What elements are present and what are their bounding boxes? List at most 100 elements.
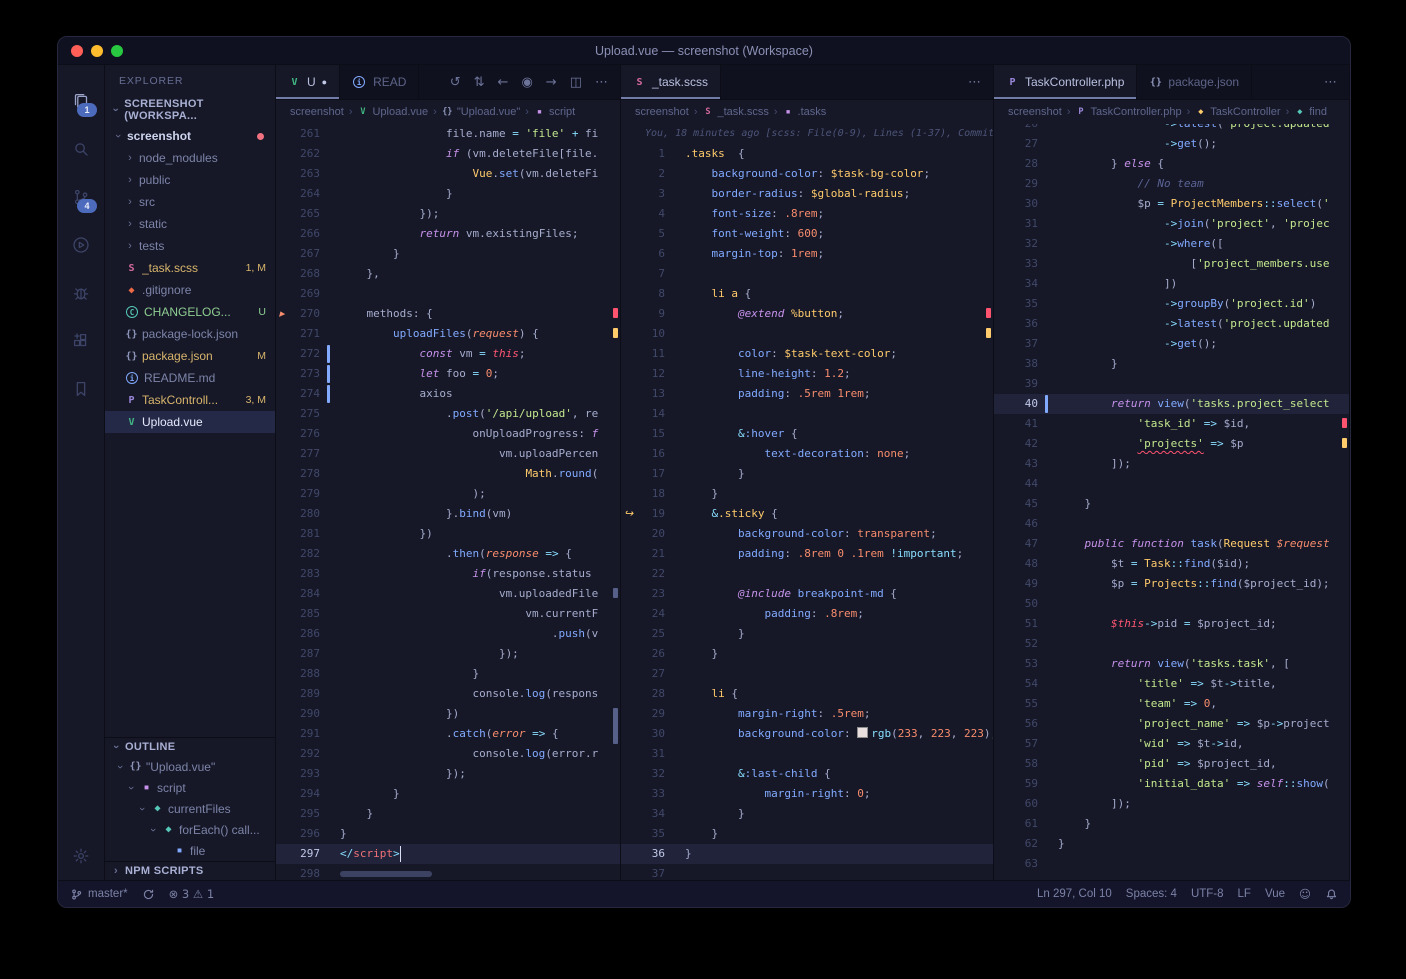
code-line[interactable]: 297</script> [276, 844, 620, 864]
tree-item-public[interactable]: ›public [105, 169, 275, 191]
line-number[interactable]: 271 [276, 324, 320, 344]
line-number[interactable]: 32 [994, 234, 1038, 254]
code-line[interactable]: 51 $this->pid = $project_id; [994, 614, 1349, 634]
code-line[interactable]: 270▸ methods: { [276, 304, 620, 324]
code-line[interactable]: 292 console.log(error.r [276, 744, 620, 764]
source-control-icon[interactable]: 4 [58, 173, 104, 221]
line-number[interactable]: 7 [621, 264, 665, 284]
code-line[interactable]: 24 padding: .8rem; [621, 604, 993, 624]
line-number[interactable]: 31 [994, 214, 1038, 234]
code-line[interactable]: 2 background-color: $task-bg-color; [621, 164, 993, 184]
code-line[interactable]: 26 ->latest('project.updated [994, 124, 1349, 134]
tree-item-upload-vue[interactable]: VUpload.vue [105, 411, 275, 433]
minimize-button[interactable] [91, 45, 103, 57]
zoom-button[interactable] [111, 45, 123, 57]
tab-package-json[interactable]: {}package.json [1137, 65, 1252, 99]
breadcrumb-item[interactable]: screenshot [290, 106, 344, 118]
code-line[interactable]: 291 .catch(error => { [276, 724, 620, 744]
line-number[interactable]: 38 [994, 354, 1038, 374]
code-line[interactable]: 276 onUploadProgress: f [276, 424, 620, 444]
line-number[interactable]: 44 [994, 474, 1038, 494]
line-number[interactable]: 42 [994, 434, 1038, 454]
line-number[interactable]: 284 [276, 584, 320, 604]
tree-item-readme-md[interactable]: iREADME.md [105, 367, 275, 389]
code-line[interactable]: 275 .post('/api/upload', re [276, 404, 620, 424]
tree-item-src[interactable]: ›src [105, 191, 275, 213]
line-number[interactable]: 16 [621, 444, 665, 464]
bug-icon[interactable] [58, 269, 104, 317]
horizontal-scrollbar[interactable] [340, 871, 432, 877]
breadcrumb-item[interactable]: ▪script [534, 106, 575, 118]
workspace-section-header[interactable]: › SCREENSHOT (WORKSPA... [105, 95, 275, 125]
line-number[interactable]: 33 [621, 784, 665, 804]
more-actions-icon[interactable]: ⋯ [595, 75, 608, 90]
code-line[interactable]: 22 [621, 564, 993, 584]
code-line[interactable]: 47 public function task(Request $request [994, 534, 1349, 554]
code-line[interactable]: 287 }); [276, 644, 620, 664]
outline-header[interactable]: › OUTLINE [105, 738, 275, 756]
code-line[interactable]: 266 return vm.existingFiles; [276, 224, 620, 244]
code-line[interactable]: 272 const vm = this; [276, 344, 620, 364]
code-line[interactable]: 57 'wid' => $t->id, [994, 734, 1349, 754]
line-number[interactable]: 264 [276, 184, 320, 204]
breadcrumb-item[interactable]: {}"Upload.vue" [442, 106, 520, 118]
line-number[interactable]: 266 [276, 224, 320, 244]
line-number[interactable]: 293 [276, 764, 320, 784]
line-number[interactable]: 294 [276, 784, 320, 804]
line-number[interactable]: 9 [621, 304, 665, 324]
code-line[interactable]: 25 } [621, 624, 993, 644]
breadcrumb-item[interactable]: ◆find [1294, 106, 1327, 118]
language-mode-status[interactable]: Vue [1265, 888, 1285, 900]
line-number[interactable]: 35 [994, 294, 1038, 314]
line-number[interactable]: 1 [621, 144, 665, 164]
line-number[interactable]: 30 [621, 724, 665, 744]
line-number[interactable]: 33 [994, 254, 1038, 274]
code-line[interactable]: 273 let foo = 0; [276, 364, 620, 384]
code-line[interactable]: 274 axios [276, 384, 620, 404]
line-number[interactable]: 24 [621, 604, 665, 624]
line-number[interactable]: 56 [994, 714, 1038, 734]
code-line[interactable]: 264 } [276, 184, 620, 204]
line-number[interactable]: 20 [621, 524, 665, 544]
more-actions-icon[interactable]: ⋯ [1324, 75, 1337, 90]
line-number[interactable]: 26 [621, 644, 665, 664]
line-number[interactable]: 50 [994, 594, 1038, 614]
line-number[interactable]: 263 [276, 164, 320, 184]
tree-item-package-lock-json[interactable]: {}package-lock.json [105, 323, 275, 345]
line-number[interactable]: 262 [276, 144, 320, 164]
code-line[interactable]: 35 ->groupBy('project.id') [994, 294, 1349, 314]
code-line[interactable]: 5 font-weight: 600; [621, 224, 993, 244]
code-line[interactable]: 269 [276, 284, 620, 304]
tab-read[interactable]: iREAD [340, 65, 419, 99]
cursor-position-status[interactable]: Ln 297, Col 10 [1037, 888, 1112, 900]
line-number[interactable]: 36 [621, 844, 665, 864]
line-number[interactable]: 291 [276, 724, 320, 744]
tree-item-task-scss[interactable]: S_task.scss1, M [105, 257, 275, 279]
line-number[interactable]: 285 [276, 604, 320, 624]
open-changes-icon[interactable]: ↺ [450, 75, 461, 90]
code-line[interactable]: 29 margin-right: .5rem; [621, 704, 993, 724]
line-number[interactable]: 278 [276, 464, 320, 484]
line-number[interactable]: 12 [621, 364, 665, 384]
code-line[interactable]: 36 ->latest('project.updated [994, 314, 1349, 334]
code-line[interactable]: 63 [994, 854, 1349, 874]
line-number[interactable]: 281 [276, 524, 320, 544]
line-number[interactable]: 13 [621, 384, 665, 404]
line-number[interactable]: 48 [994, 554, 1038, 574]
line-number[interactable]: 27 [621, 664, 665, 684]
line-number[interactable]: 2 [621, 164, 665, 184]
line-number[interactable]: 53 [994, 654, 1038, 674]
line-number[interactable]: 11 [621, 344, 665, 364]
code-line[interactable]: 28 li { [621, 684, 993, 704]
breadcrumb-item[interactable]: PTaskController.php [1075, 106, 1181, 118]
tree-item-screenshot[interactable]: ›screenshot [105, 125, 275, 147]
line-number[interactable]: 297 [276, 844, 320, 864]
code-line[interactable]: 295 } [276, 804, 620, 824]
more-actions-icon[interactable]: ⋯ [968, 75, 981, 90]
code-line[interactable]: 15 &:hover { [621, 424, 993, 444]
line-number[interactable]: 276 [276, 424, 320, 444]
line-number[interactable]: 269 [276, 284, 320, 304]
code-line[interactable]: 6 margin-top: 1rem; [621, 244, 993, 264]
line-number[interactable]: 21 [621, 544, 665, 564]
line-number[interactable]: 289 [276, 684, 320, 704]
